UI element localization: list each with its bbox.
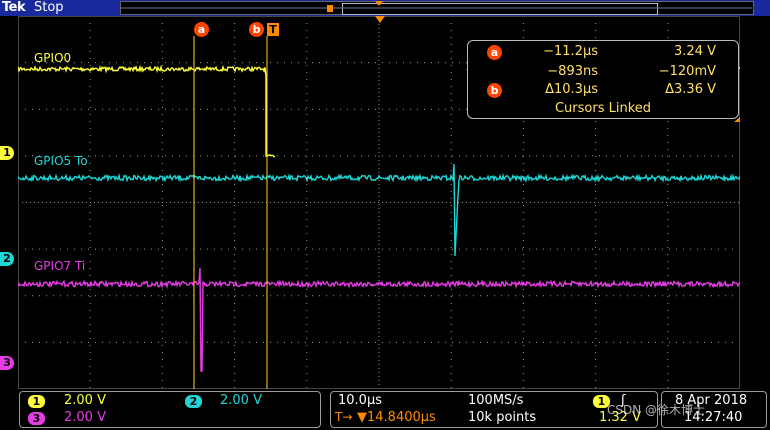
record-markers	[120, 1, 752, 12]
trace-label-gpio0: GPIO0	[34, 51, 72, 65]
cursor-b-badge: b	[487, 83, 502, 98]
ch3-chip[interactable]: 3	[28, 412, 45, 425]
cursor-a-volt: 3.24 V	[674, 44, 716, 59]
watermark: CSDN @徐木博士	[607, 403, 706, 417]
ch1-chip[interactable]: 1	[28, 395, 45, 408]
cursor-a2-volt: −120mV	[658, 64, 716, 79]
channel-2-marker[interactable]: 2	[0, 252, 14, 266]
trace-label-gpio5: GPIO5 To	[34, 154, 88, 168]
waveform-ch1	[18, 64, 276, 158]
cursor-a-badge: a	[487, 45, 502, 60]
cursor-a2-time: −893ns	[547, 64, 598, 79]
cursor-readout: a −11.2µs 3.24 V −893ns −120mV b Δ10.3µs…	[467, 40, 739, 119]
cursor-a-time: −11.2µs	[543, 44, 598, 59]
cursor-delta-volt: Δ3.36 V	[665, 82, 716, 97]
sample-rate: 100MS/s	[468, 393, 524, 408]
oscilloscope-screen: Tek Stop a b T GPIO0 GPIO5 To GPIO7 Ti 1…	[0, 0, 770, 430]
record-trigger-marker	[327, 5, 333, 12]
record-length[interactable]: 10k points	[468, 410, 536, 425]
horizontal-position[interactable]: ▼14.8400µs	[357, 410, 436, 425]
cursors-linked-status: Cursors Linked	[554, 101, 652, 116]
record-center-marker	[375, 1, 383, 6]
channel-3-marker[interactable]: 3	[0, 356, 14, 370]
ch3-scale[interactable]: 2.00 V	[64, 410, 106, 425]
waveform-ch3	[18, 267, 740, 372]
ch2-scale[interactable]: 2.00 V	[220, 393, 262, 408]
cursor-a-tag[interactable]: a	[194, 22, 209, 37]
vertical-settings[interactable]: 1 2.00 V 2 2.00 V 3 2.00 V	[19, 391, 321, 428]
channel-1-marker[interactable]: 1	[0, 146, 14, 160]
ch1-scale[interactable]: 2.00 V	[64, 393, 106, 408]
cursor-b-tag[interactable]: b	[249, 22, 264, 37]
trigger-position-icon	[375, 16, 385, 23]
ch2-chip[interactable]: 2	[185, 395, 202, 408]
trigger-position-tag[interactable]: T	[267, 23, 279, 36]
cursor-delta-time: Δ10.3µs	[545, 82, 598, 97]
trace-label-gpio7: GPIO7 Ti	[34, 259, 86, 273]
horizontal-position-marker: T→	[335, 410, 353, 424]
timebase-scale[interactable]: 10.0µs	[338, 393, 382, 408]
waveform-ch2	[18, 163, 740, 257]
status-bar: Tek Stop	[0, 0, 770, 16]
